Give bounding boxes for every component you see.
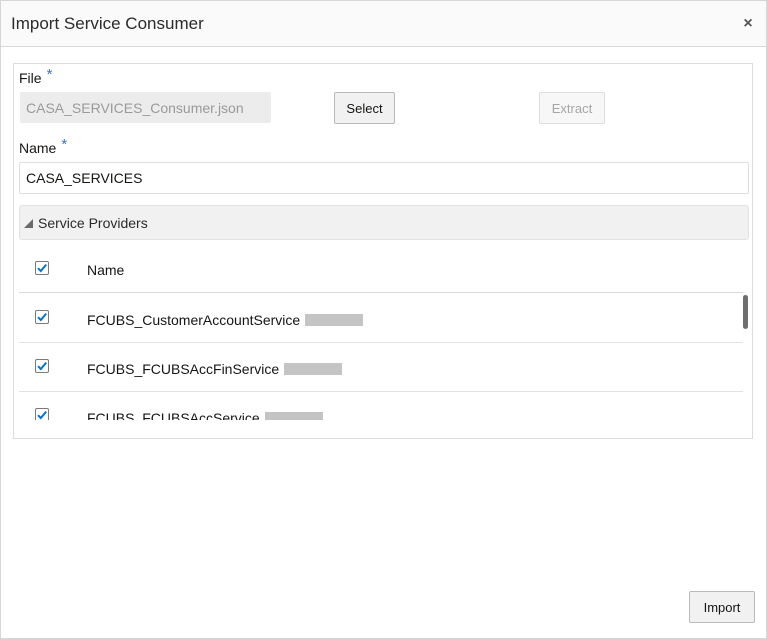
checkmark-icon (37, 312, 47, 322)
table-row: FCUBS_FCUBSAccFinService (19, 343, 743, 392)
service-providers-section-toggle[interactable]: Service Providers (19, 205, 749, 240)
file-field[interactable]: CASA_SERVICES_Consumer.json (20, 92, 271, 123)
section-label: Service Providers (38, 214, 148, 231)
close-icon[interactable]: × (740, 15, 756, 32)
required-asterisk: * (61, 136, 68, 153)
file-label-group: File * (19, 66, 52, 87)
redacted-block (305, 314, 364, 326)
table-header-row: Name (19, 244, 743, 293)
collapse-triangle-icon (24, 219, 33, 228)
table-row: FCUBS_CustomerAccountService (19, 294, 743, 343)
redacted-block (284, 363, 343, 375)
import-button[interactable]: Import (689, 591, 755, 623)
dialog-header: Import Service Consumer × (1, 1, 766, 47)
required-asterisk: * (46, 66, 53, 83)
provider-name: FCUBS_FCUBSAccService (87, 410, 260, 420)
row-checkbox[interactable] (35, 359, 49, 373)
checkmark-icon (37, 263, 47, 273)
provider-name: FCUBS_FCUBSAccFinService (87, 361, 280, 377)
import-service-consumer-dialog: Import Service Consumer × File * CASA_SER… (0, 0, 767, 639)
select-all-checkbox[interactable] (35, 261, 49, 275)
service-providers-table: Name FCUBS_CustomerAccountService FCUBS_… (19, 244, 743, 420)
row-name-cell: FCUBS_FCUBSAccFinService (87, 361, 343, 377)
name-label-group: Name * (19, 136, 67, 157)
select-button[interactable]: Select (334, 92, 395, 124)
dialog-title: Import Service Consumer (11, 13, 204, 33)
extract-button[interactable]: Extract (539, 92, 605, 124)
table-scrollbar-thumb[interactable] (743, 295, 748, 329)
row-checkbox[interactable] (35, 408, 49, 420)
row-name-cell: FCUBS_FCUBSAccService (87, 410, 323, 420)
table-row: FCUBS_FCUBSAccService (19, 392, 743, 420)
checkmark-icon (37, 361, 47, 371)
row-name-cell: FCUBS_CustomerAccountService (87, 312, 364, 328)
name-field[interactable]: CASA_SERVICES (19, 162, 749, 194)
provider-name: FCUBS_CustomerAccountService (87, 312, 301, 328)
name-label: Name (19, 140, 57, 156)
checkmark-icon (37, 410, 47, 420)
redacted-block (264, 412, 323, 420)
file-label: File (19, 70, 42, 86)
row-checkbox[interactable] (35, 310, 49, 324)
column-header-name: Name (87, 262, 125, 278)
form-panel: File * CASA_SERVICES_Consumer.json Select… (13, 63, 753, 439)
